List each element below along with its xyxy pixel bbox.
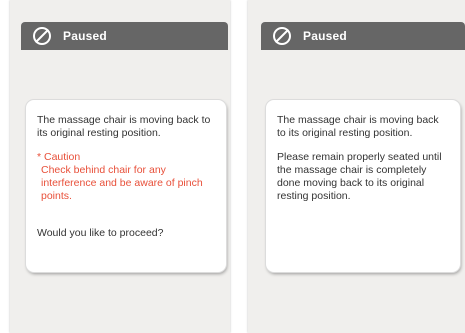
instruction-text: Please remain properly seated until the … <box>277 151 442 202</box>
caution-title: * Caution <box>37 151 81 163</box>
right-screen-panel: Paused The massage chair is moving back … <box>248 0 465 333</box>
status-title: Paused <box>303 29 347 43</box>
message-card: The massage chair is moving back to its … <box>26 100 226 272</box>
message-text: The massage chair is moving back to its … <box>37 114 211 139</box>
status-title: Paused <box>63 29 107 43</box>
paused-icon <box>273 27 291 45</box>
left-screen-panel: Paused The massage chair is moving back … <box>10 0 230 333</box>
message-text: The massage chair is moving back to its … <box>277 114 439 139</box>
caution-detail: Check behind chair for any interference … <box>41 164 203 202</box>
status-header: Paused <box>21 22 228 50</box>
status-header: Paused <box>261 22 465 50</box>
message-card: The massage chair is moving back to its … <box>266 100 460 272</box>
proceed-question: Would you like to proceed? <box>37 227 164 239</box>
paused-icon <box>33 27 51 45</box>
